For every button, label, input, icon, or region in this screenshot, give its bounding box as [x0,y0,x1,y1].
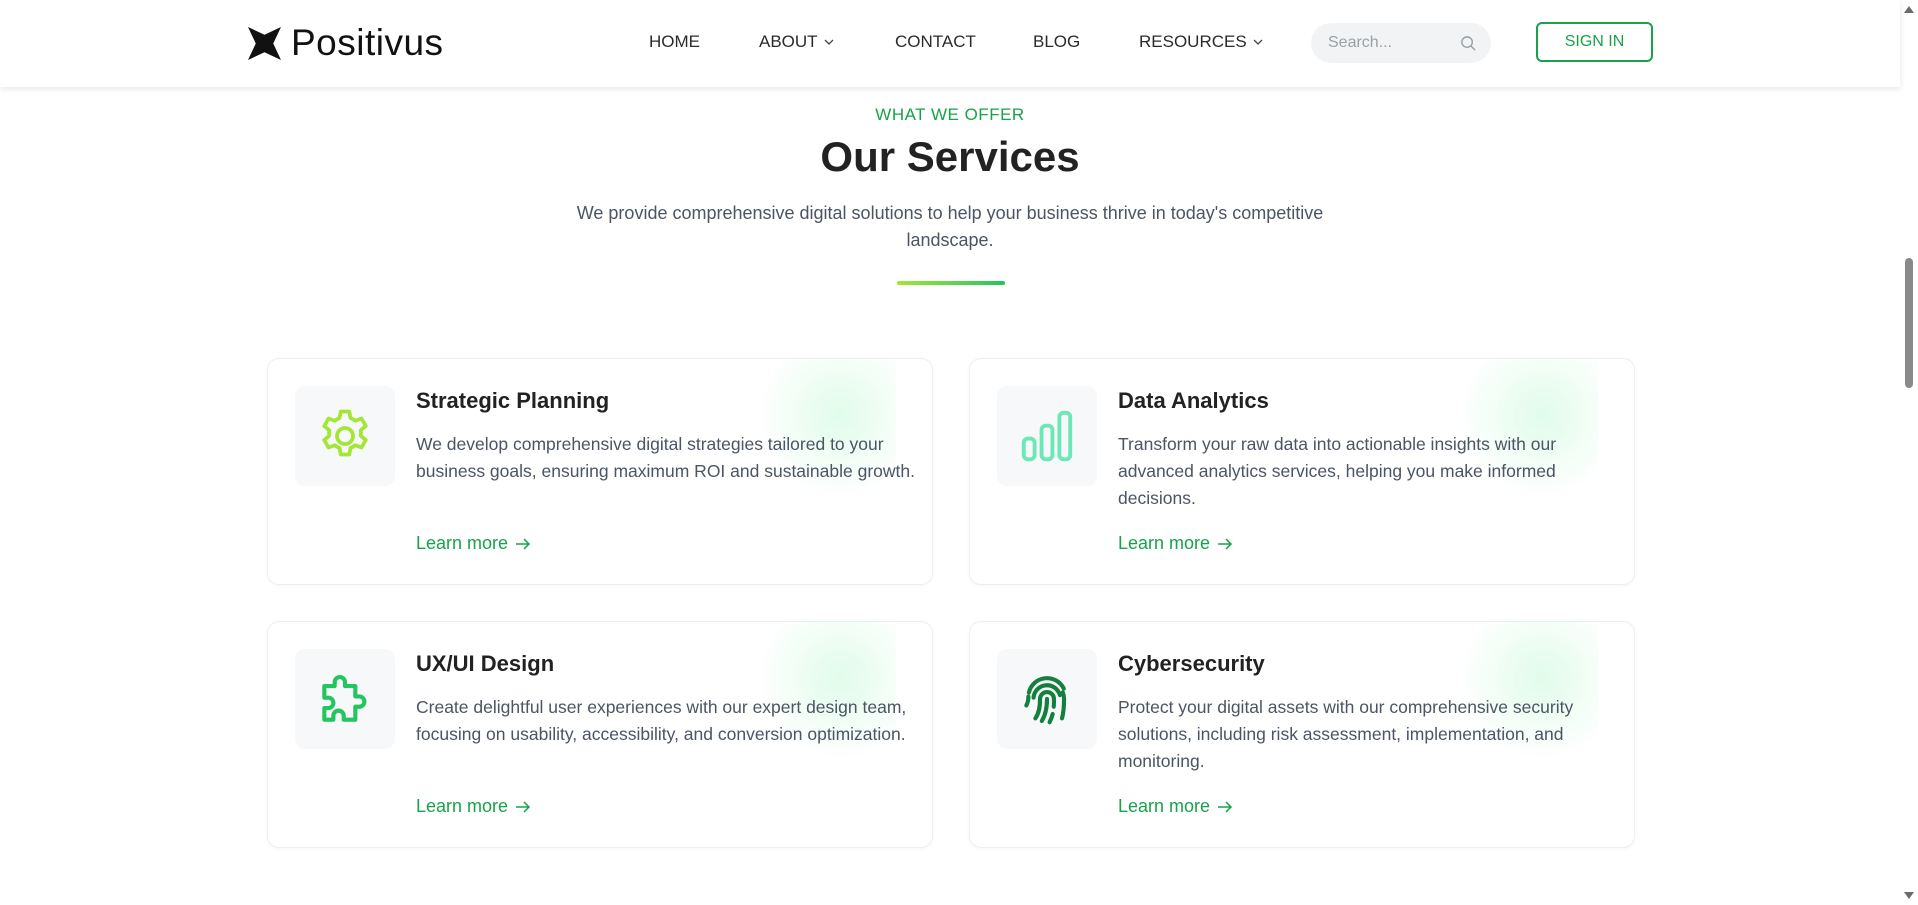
section-subtitle: We provide comprehensive digital solutio… [576,203,1324,250]
section-eyebrow: WHAT WE OFFER [875,105,1025,124]
service-icon-box [997,649,1097,749]
arrow-right-icon [1218,800,1233,813]
service-icon-box [997,386,1097,486]
learn-more-link[interactable]: Learn more [1118,796,1234,817]
service-icon-box [295,649,395,749]
arrow-right-icon [516,800,531,813]
service-description: Protect your digital assets with our com… [1118,697,1574,771]
fingerprint-icon [1024,676,1067,725]
learn-more-label: Learn more [416,533,509,553]
nav-about[interactable]: ABOUT [759,32,834,52]
gear-icon [322,409,368,457]
service-icon-box [295,386,395,486]
service-card-cybersecurity: Cybersecurity Protect your digital asset… [969,621,1635,848]
service-title: Strategic Planning [416,388,610,413]
logo[interactable]: Positivus [248,22,444,64]
brand-name: Positivus [291,22,444,63]
service-description: Create delightful user experiences with … [416,697,907,744]
nav-blog[interactable]: BLOG [1033,32,1080,52]
service-description: We develop comprehensive digital strateg… [416,434,915,481]
service-description: Transform your raw data into actionable … [1118,434,1557,508]
service-title: Data Analytics [1118,388,1269,413]
search-input[interactable] [1328,34,1448,52]
nav-resources-label: RESOURCES [1139,32,1247,51]
logo-star-icon [248,26,281,60]
site-header: Positivus HOME ABOUT CONTACT BLOG RESOUR… [0,0,1900,87]
service-title: UX/UI Design [416,651,555,676]
bar-chart-icon [1021,410,1073,462]
service-card-ux-ui-design: UX/UI Design Create delightful user expe… [267,621,933,848]
search-icon[interactable] [1460,35,1477,52]
learn-more-label: Learn more [1118,796,1211,816]
sign-in-button[interactable]: SIGN IN [1536,22,1653,62]
chevron-down-icon [824,39,834,45]
service-card-data-analytics: Data Analytics Transform your raw data i… [969,358,1635,585]
nav-blog-label: BLOG [1033,32,1081,51]
arrow-right-icon [1218,537,1233,550]
learn-more-link[interactable]: Learn more [416,796,532,817]
nav-home[interactable]: HOME [649,32,700,52]
title-underline [897,281,1005,285]
nav-contact[interactable]: CONTACT [895,32,976,52]
chevron-down-icon [1253,39,1263,45]
scroll-up-arrow-icon[interactable] [1903,4,1915,14]
service-title: Cybersecurity [1118,651,1265,676]
search-box [1311,23,1491,63]
nav-contact-label: CONTACT [895,32,976,51]
nav-about-label: ABOUT [759,32,818,51]
scrollbar-thumb[interactable] [1905,258,1913,388]
learn-more-label: Learn more [1118,533,1211,553]
learn-more-link[interactable]: Learn more [416,533,532,554]
service-card-strategic-planning: Strategic Planning We develop comprehens… [267,358,933,585]
section-title: Our Services [820,133,1080,180]
page-scrollbar[interactable] [1900,0,1918,905]
nav-resources[interactable]: RESOURCES [1139,32,1263,52]
puzzle-icon [322,675,367,722]
learn-more-label: Learn more [416,796,509,816]
learn-more-link[interactable]: Learn more [1118,533,1234,554]
nav-home-label: HOME [649,32,700,51]
arrow-right-icon [516,537,531,550]
scroll-down-arrow-icon[interactable] [1903,891,1915,901]
